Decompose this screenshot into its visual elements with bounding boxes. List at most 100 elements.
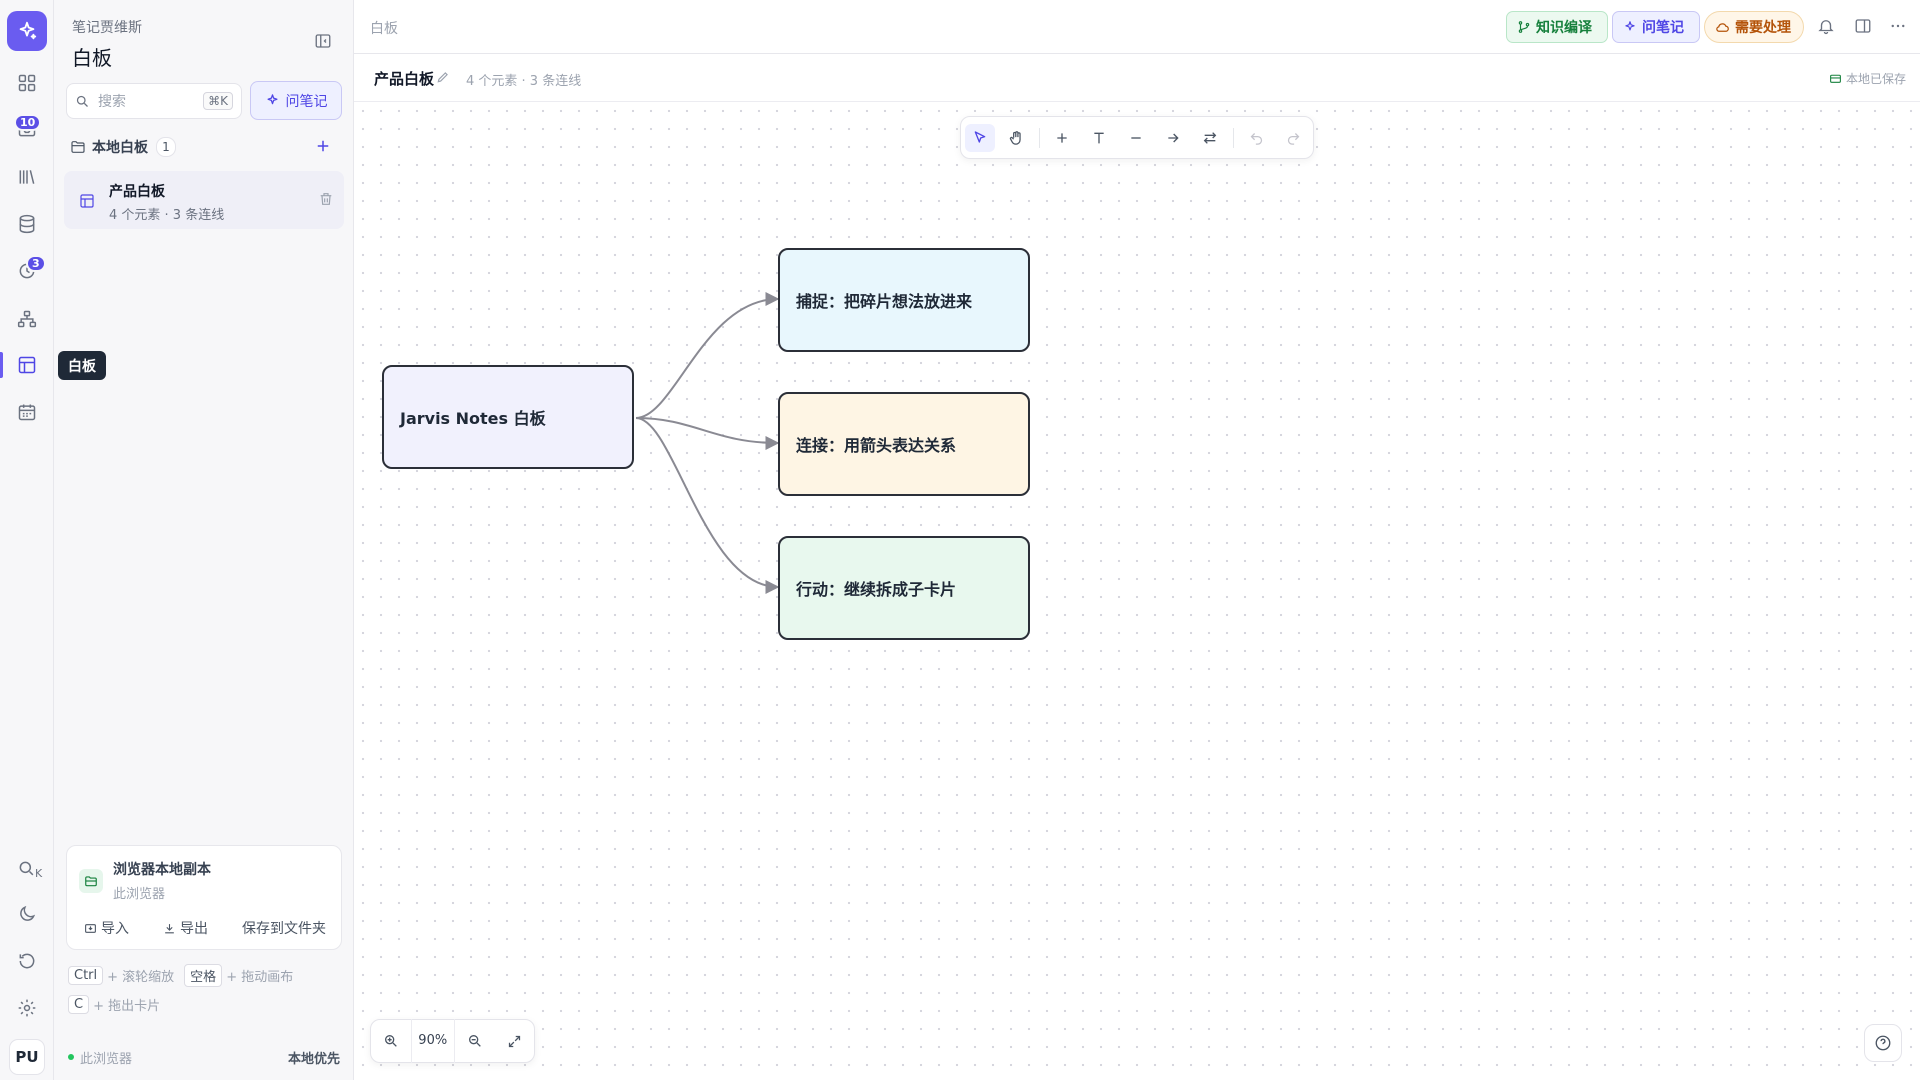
toolbar-divider [1233, 128, 1234, 148]
needs-attention-button[interactable]: 需要处理 [1704, 11, 1804, 43]
export-button[interactable]: 导出 [163, 918, 208, 938]
zoom-in-icon[interactable] [371, 1019, 411, 1063]
panel-toggle-icon[interactable] [1854, 17, 1874, 37]
node-connect[interactable]: 连接：用箭头表达关系 [778, 392, 1030, 496]
sidebar: 笔记贾维斯 白板 搜索 ⌘K 问笔记 本地白板 1 产品白板 4 个元素 · 3… [54, 0, 354, 1080]
cloud-icon [1716, 22, 1729, 32]
whiteboard-icon[interactable] [11, 349, 43, 381]
drive-icon [1830, 74, 1841, 83]
needs-attention-label: 需要处理 [1735, 20, 1791, 36]
storage-title: 浏览器本地副本 [113, 862, 211, 878]
folder-icon [71, 141, 85, 153]
user-avatar[interactable]: PU [9, 1039, 45, 1075]
search-placeholder: 搜索 [98, 94, 126, 110]
board-item-meta: 4 个元素 · 3 条连线 [109, 208, 225, 223]
add-card-icon[interactable] [1047, 124, 1077, 152]
undo-icon[interactable] [1241, 124, 1271, 152]
export-label: 导出 [180, 921, 208, 937]
history-icon[interactable] [11, 945, 43, 977]
active-indicator [0, 352, 3, 378]
save-to-folder-button[interactable]: 保存到文件夹 [242, 918, 326, 938]
settings-gear-icon[interactable] [11, 992, 43, 1024]
import-icon [85, 923, 96, 933]
delete-icon[interactable] [318, 191, 334, 207]
ask-notes-top-label: 问笔记 [1642, 20, 1684, 36]
bell-icon[interactable] [1817, 17, 1837, 37]
download-icon [165, 923, 174, 933]
storage-card: 浏览器本地副本 此浏览器 导入 导出 保存到文件夹 [66, 845, 342, 950]
line-tool-icon[interactable] [1121, 124, 1151, 152]
inbox-badge: 10 [14, 114, 42, 131]
status-bar: 此浏览器 本地优先 [54, 1040, 354, 1074]
search-input[interactable]: 搜索 ⌘K [66, 83, 242, 119]
status-dot [68, 1054, 74, 1060]
dark-mode-icon[interactable] [11, 898, 43, 930]
import-button[interactable]: 导入 [84, 918, 129, 938]
command-search-shortcut: K [35, 867, 43, 880]
edge-root-capture[interactable] [635, 292, 780, 419]
text-tool-icon[interactable] [1084, 124, 1114, 152]
ask-notes-top-button[interactable]: 问笔记 [1612, 11, 1700, 43]
hint-c-text: + 拖出卡片 [93, 999, 161, 1014]
import-label: 导入 [101, 921, 129, 937]
calendar-icon[interactable] [11, 396, 43, 428]
hint-drag-card: C + 拖出卡片 [68, 995, 160, 1014]
sidebar-title: 白板 [72, 46, 112, 70]
arrow-tool-icon[interactable] [1158, 124, 1188, 152]
branch-icon [1518, 21, 1530, 33]
hand-tool-icon[interactable] [1001, 124, 1031, 152]
redo-icon[interactable] [1278, 124, 1308, 152]
whiteboard-canvas[interactable] [354, 102, 1920, 1080]
hint-space-key: 空格 [184, 964, 223, 987]
hint-ctrl-text: + 滚轮缩放 [107, 970, 175, 985]
document-header: 产品白板 4 个元素 · 3 条连线 本地已保存 [354, 54, 1920, 102]
add-board-icon[interactable] [314, 137, 334, 157]
command-search-icon[interactable]: K [11, 853, 43, 885]
folder-local-boards[interactable]: 本地白板 1 [70, 135, 344, 159]
zoom-level[interactable]: 90% [410, 1019, 455, 1063]
bidirectional-arrow-icon[interactable] [1195, 124, 1225, 152]
database-icon[interactable] [11, 208, 43, 240]
ask-notes-label: 问笔记 [285, 93, 328, 110]
zoom-controls: 90% [370, 1019, 535, 1063]
edge-root-connect[interactable] [635, 417, 780, 450]
canvas-toolbar [960, 116, 1314, 159]
icon-rail: 10 3 K PU [0, 0, 54, 1080]
node-action[interactable]: 行动：继续拆成子卡片 [778, 536, 1030, 640]
ask-notes-button[interactable]: 问笔记 [250, 81, 342, 120]
search-icon [76, 95, 88, 107]
fit-view-icon[interactable] [495, 1019, 535, 1063]
review-badge: 3 [26, 255, 46, 272]
graph-icon[interactable] [11, 303, 43, 335]
more-icon[interactable] [1889, 17, 1909, 37]
select-tool-icon[interactable] [965, 124, 995, 152]
zoom-out-icon[interactable] [455, 1019, 495, 1063]
topbar: 白板 知识编译 问笔记 需要处理 [354, 0, 1920, 54]
collapse-sidebar-icon[interactable] [314, 32, 334, 52]
node-root[interactable]: Jarvis Notes 白板 [382, 365, 634, 469]
status-left: 此浏览器 [80, 1051, 133, 1067]
sparkle-icon [1625, 21, 1635, 31]
document-title[interactable]: 产品白板 [374, 68, 434, 89]
app-logo-sparkle-icon[interactable] [7, 11, 47, 51]
sparkle-icon [267, 94, 277, 105]
save-status: 本地已保存 [1829, 70, 1906, 87]
hint-ctrl-key: Ctrl [68, 966, 104, 985]
status-right: 本地优先 [287, 1051, 340, 1067]
workspace-label: 笔记贾维斯 [72, 20, 142, 36]
node-capture[interactable]: 捕捉：把碎片想法放进来 [778, 248, 1030, 352]
dashboard-icon[interactable] [11, 67, 43, 99]
edge-root-action[interactable] [635, 417, 780, 594]
knowledge-compile-label: 知识编译 [1536, 20, 1592, 36]
search-shortcut: ⌘K [203, 92, 233, 110]
folder-open-icon [79, 869, 103, 893]
help-icon[interactable] [1864, 1024, 1902, 1062]
hint-c-key: C [68, 995, 90, 1014]
board-item-product[interactable]: 产品白板 4 个元素 · 3 条连线 [64, 171, 344, 229]
save-status-label: 本地已保存 [1845, 72, 1906, 86]
library-icon[interactable] [11, 161, 43, 193]
board-item-title: 产品白板 [109, 184, 165, 200]
breadcrumb[interactable]: 白板 [370, 18, 398, 38]
knowledge-compile-button[interactable]: 知识编译 [1506, 11, 1608, 43]
pencil-icon[interactable] [436, 70, 450, 84]
